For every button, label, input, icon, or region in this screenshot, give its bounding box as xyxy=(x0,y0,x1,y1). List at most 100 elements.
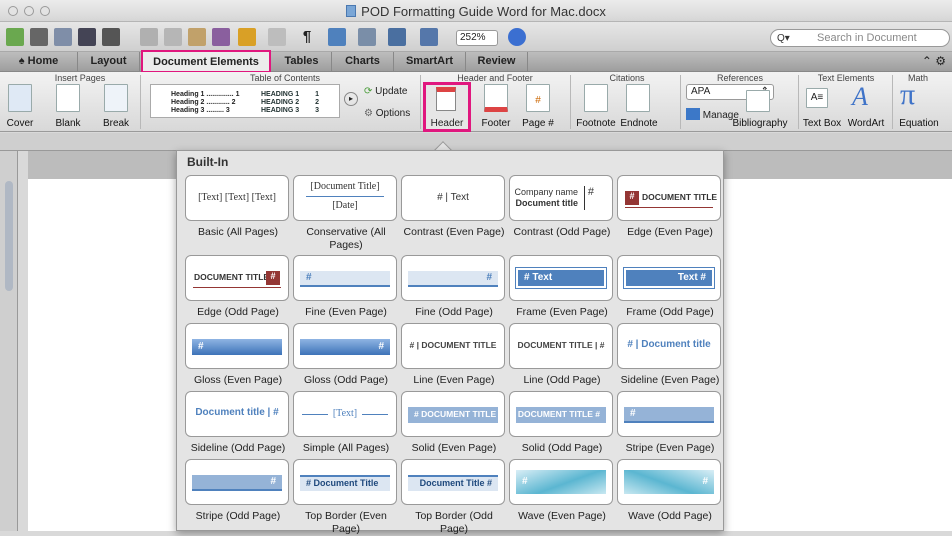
preview-thumbnail: DOCUMENT TITLE # xyxy=(185,255,289,301)
toolbox-icon[interactable] xyxy=(358,28,376,46)
break-icon[interactable] xyxy=(104,84,128,112)
minimize-window-button[interactable] xyxy=(24,6,34,16)
equation-icon[interactable]: π xyxy=(900,78,915,112)
toc-gallery[interactable]: Heading 1 .............. 1 Heading 2 ...… xyxy=(150,84,340,118)
gallery-item-stripe-even[interactable]: # Stripe (Even Page) xyxy=(617,391,723,455)
sidebar-icon[interactable] xyxy=(328,28,346,46)
gallery-item-line-odd[interactable]: DOCUMENT TITLE | # Line (Odd Page) xyxy=(509,323,615,387)
gallery-item-gloss-odd[interactable]: # Gloss (Odd Page) xyxy=(293,323,399,387)
tab-smartart[interactable]: SmartArt xyxy=(394,52,466,72)
preview-text: # | Text xyxy=(437,192,469,203)
paste-icon[interactable] xyxy=(188,28,206,46)
window-title: POD Formatting Guide Word for Mac.docx xyxy=(346,4,606,19)
gallery-item-edge-odd[interactable]: DOCUMENT TITLE # Edge (Odd Page) xyxy=(185,255,291,319)
new-document-icon[interactable] xyxy=(6,28,24,46)
cover-page-icon[interactable] xyxy=(8,84,32,112)
zoom-window-button[interactable] xyxy=(40,6,50,16)
gallery-item-contrast-even[interactable]: # | Text Contrast (Even Page) xyxy=(401,175,507,239)
endnote-icon[interactable] xyxy=(626,84,650,112)
footnote-button[interactable]: Footnote xyxy=(574,118,618,129)
gallery-item-basic-all[interactable]: [Text] [Text] [Text] Basic (All Pages) xyxy=(185,175,291,239)
collapse-ribbon-icon[interactable]: ⌃ ⚙ xyxy=(922,54,946,68)
tab-home[interactable]: ♠ Home xyxy=(0,52,78,72)
break-button[interactable]: Break xyxy=(98,118,134,129)
gallery-item-frame-even[interactable]: # Text Frame (Even Page) xyxy=(509,255,615,319)
print-icon[interactable] xyxy=(102,28,120,46)
preview-text: [Date] xyxy=(332,200,358,211)
gallery-item-line-even[interactable]: # | DOCUMENT TITLE Line (Even Page) xyxy=(401,323,507,387)
footer-icon[interactable] xyxy=(484,84,508,112)
gallery-item-fine-odd[interactable]: # Fine (Odd Page) xyxy=(401,255,507,319)
gallery-item-solid-even[interactable]: # DOCUMENT TITLE Solid (Even Page) xyxy=(401,391,507,455)
table-icon[interactable] xyxy=(388,28,406,46)
bibliography-icon[interactable] xyxy=(746,90,770,112)
wordart-icon[interactable]: A xyxy=(852,82,868,112)
toc-more-arrow-icon[interactable]: ▸ xyxy=(344,92,358,106)
gallery-item-frame-odd[interactable]: Text # Frame (Odd Page) xyxy=(617,255,723,319)
gallery-item-wave-even[interactable]: # Wave (Even Page) xyxy=(509,459,615,523)
horizontal-ruler[interactable] xyxy=(0,133,952,151)
tab-tables[interactable]: Tables xyxy=(272,52,332,72)
preview-bar: # xyxy=(624,470,714,494)
close-window-button[interactable] xyxy=(8,6,18,16)
gallery-item-conservative-all[interactable]: [Document Title] [Date] Conservative (Al… xyxy=(293,175,399,252)
preview-stack: Company name Document title xyxy=(514,187,578,209)
gallery-item-gloss-even[interactable]: # Gloss (Even Page) xyxy=(185,323,291,387)
search-field[interactable]: Q▾ Search in Document xyxy=(770,29,950,47)
gallery-item-edge-even[interactable]: # DOCUMENT TITLE Edge (Even Page) xyxy=(617,175,723,239)
save-icon[interactable] xyxy=(78,28,96,46)
equation-button[interactable]: Equation xyxy=(894,118,944,129)
show-paragraph-icon[interactable]: ¶ xyxy=(298,28,316,46)
tab-document-elements[interactable]: Document Elements xyxy=(141,50,271,73)
gallery-item-fine-even[interactable]: # Fine (Even Page) xyxy=(293,255,399,319)
options-button[interactable]: ⚙ Options xyxy=(364,108,410,119)
zoom-select[interactable]: 252% xyxy=(456,30,498,46)
wordart-button[interactable]: WordArt xyxy=(846,118,886,129)
blank-page-icon[interactable] xyxy=(56,84,80,112)
tab-layout[interactable]: Layout xyxy=(78,52,140,72)
gallery-item-solid-odd[interactable]: DOCUMENT TITLE # Solid (Odd Page) xyxy=(509,391,615,455)
gallery-item-label: Wave (Odd Page) xyxy=(628,510,712,522)
gallery-icon[interactable] xyxy=(30,28,48,46)
home-icon: ♠ xyxy=(18,55,28,67)
gallery-item-sideline-even[interactable]: # | Document title Sideline (Even Page) xyxy=(617,323,723,387)
tab-review[interactable]: Review xyxy=(466,52,528,72)
cut-icon[interactable] xyxy=(140,28,158,46)
endnote-button[interactable]: Endnote xyxy=(618,118,660,129)
cover-button[interactable]: Cover xyxy=(2,118,38,129)
page-number-icon[interactable]: # xyxy=(526,84,550,112)
footer-button[interactable]: Footer xyxy=(478,118,514,129)
gallery-item-top-border-odd[interactable]: Document Title # Top Border (Odd Page) xyxy=(401,459,507,536)
open-icon[interactable] xyxy=(54,28,72,46)
gallery-item-contrast-odd[interactable]: Company name Document title # Contrast (… xyxy=(509,175,615,239)
header-button[interactable]: Header xyxy=(423,82,471,132)
text-box-button[interactable]: Text Box xyxy=(800,118,844,129)
scroll-thumb[interactable] xyxy=(5,181,13,291)
update-button[interactable]: ⟳ Update xyxy=(364,86,407,97)
group-separator xyxy=(140,75,141,129)
bibliography-button[interactable]: Bibliography xyxy=(728,118,792,129)
preview-text: # xyxy=(270,476,276,487)
blank-button[interactable]: Blank xyxy=(50,118,86,129)
toc-line: Heading 3 ......... 3 xyxy=(171,107,230,114)
preview-thumbnail: # | Document title xyxy=(617,323,721,369)
tab-charts[interactable]: Charts xyxy=(332,52,394,72)
preview-text: # xyxy=(486,272,492,283)
gallery-item-wave-odd[interactable]: # Wave (Odd Page) xyxy=(617,459,723,523)
gallery-item-stripe-odd[interactable]: # Stripe (Odd Page) xyxy=(185,459,291,523)
columns-icon[interactable] xyxy=(420,28,438,46)
update-icon: ⟳ xyxy=(364,86,376,97)
copy-icon[interactable] xyxy=(164,28,182,46)
footnote-icon[interactable] xyxy=(584,84,608,112)
redo-icon[interactable] xyxy=(268,28,286,46)
gallery-item-sideline-odd[interactable]: Document title | # Sideline (Odd Page) xyxy=(185,391,291,455)
text-box-icon[interactable]: A≡ xyxy=(806,88,828,108)
help-icon[interactable] xyxy=(508,28,526,46)
header-gallery: Built-In [Text] [Text] [Text] Basic (All… xyxy=(176,150,724,535)
undo-icon[interactable] xyxy=(238,28,256,46)
preview-text: Document title xyxy=(515,198,578,208)
page-number-button[interactable]: Page # xyxy=(520,118,556,129)
gallery-item-simple-all[interactable]: [Text] Simple (All Pages) xyxy=(293,391,399,455)
format-painter-icon[interactable] xyxy=(212,28,230,46)
gallery-item-top-border-even[interactable]: # Document Title Top Border (Even Page) xyxy=(293,459,399,536)
